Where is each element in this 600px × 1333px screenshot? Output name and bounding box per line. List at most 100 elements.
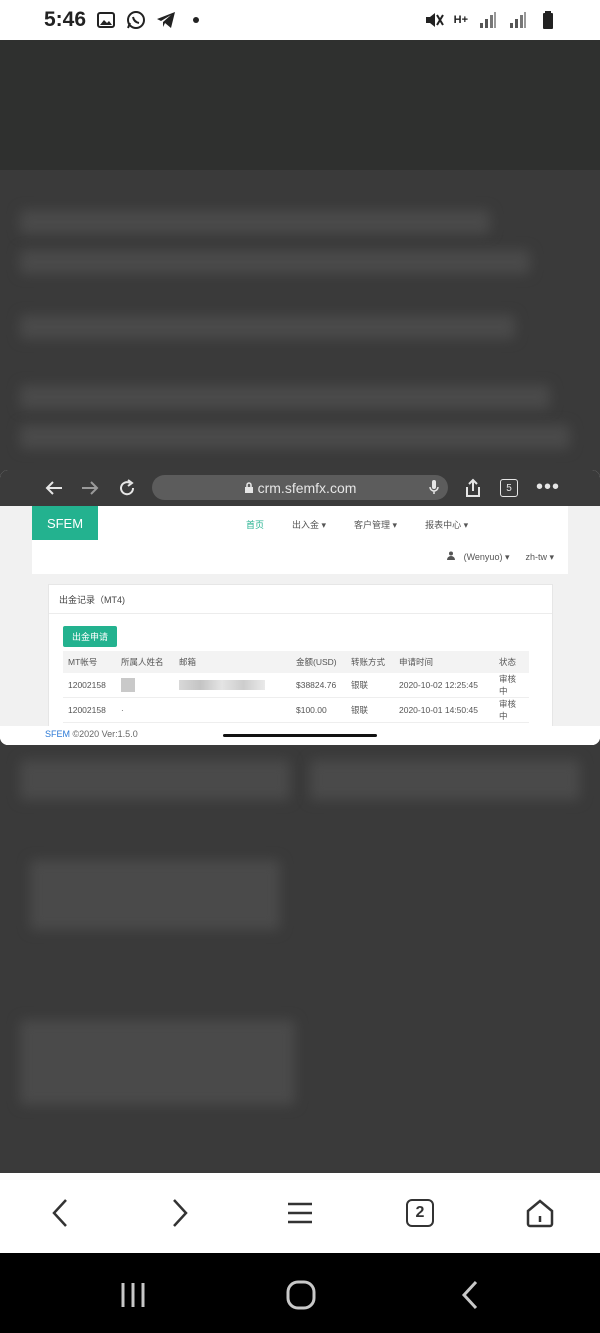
chevron-left-icon	[52, 1199, 67, 1227]
cell-method: 银联	[346, 697, 394, 723]
user-name: (Wenyuo) ▾	[463, 552, 510, 562]
browser-bottom-bar: 2	[0, 1173, 600, 1253]
cell-status: 审核中	[494, 673, 529, 698]
footer-brand-link[interactable]: SFEM	[45, 729, 70, 739]
withdrawal-records-panel: 出金记录（MT4) 出金申请 MT帐号 所属人姓名 邮箱 金额(USD) 转账方…	[48, 584, 553, 745]
user-dropdown[interactable]: (Wenyuo) ▾	[447, 551, 509, 563]
cell-amount: $38824.76	[291, 673, 346, 698]
embedded-screenshot: crm.sfemfx.com 5 ••• SFEM 首页 出入金 ▾ 客户管理 …	[0, 470, 600, 745]
browser-toolbar: crm.sfemfx.com 5 •••	[0, 470, 600, 506]
cell-time: 2020-10-01 14:50:45	[394, 697, 494, 723]
main-menu: 首页 出入金 ▾ 客户管理 ▾ 报表中心 ▾	[246, 518, 496, 531]
home-circle-icon	[286, 1280, 316, 1310]
share-button[interactable]	[461, 476, 485, 500]
microphone-icon	[429, 480, 439, 494]
back-chevron-icon	[461, 1280, 478, 1310]
cell-account: 12002158	[63, 697, 116, 723]
blurred-background-text	[20, 385, 550, 409]
url-text: crm.sfemfx.com	[257, 479, 357, 496]
user-icon	[447, 551, 456, 560]
table-header-row: MT帐号 所属人姓名 邮箱 金额(USD) 转账方式 申请时间 状态	[63, 651, 529, 673]
home-indicator	[223, 734, 377, 737]
tab-count-badge: 2	[406, 1199, 434, 1227]
column-header: 金额(USD)	[291, 651, 346, 673]
whatsapp-icon	[126, 10, 146, 30]
forward-button[interactable]	[78, 476, 102, 500]
cell-name-redacted: ·	[116, 697, 174, 723]
redacted-name: ·	[121, 706, 124, 715]
recent-apps-icon	[121, 1283, 145, 1307]
cell-account: 12002158	[63, 673, 116, 698]
cell-time: 2020-10-02 12:25:45	[394, 673, 494, 698]
recent-apps-button[interactable]	[113, 1277, 153, 1313]
blurred-background-text	[20, 250, 530, 274]
status-right: H+	[424, 10, 558, 30]
tabs-button[interactable]: 2	[400, 1193, 440, 1233]
column-header: 转账方式	[346, 651, 394, 673]
column-header: 状态	[494, 651, 529, 673]
withdrawal-records-table: MT帐号 所属人姓名 邮箱 金额(USD) 转账方式 申请时间 状态 12002…	[63, 651, 529, 723]
menu-item-customer-management[interactable]: 客户管理 ▾	[354, 518, 397, 531]
blurred-background-text	[20, 425, 570, 449]
blurred-background-header	[0, 40, 600, 170]
withdrawal-apply-button[interactable]: 出金申请	[63, 626, 117, 647]
status-time: 5:46	[44, 8, 87, 31]
menu-button[interactable]	[280, 1193, 320, 1233]
blurred-background-block	[20, 1020, 295, 1105]
reload-icon	[120, 479, 135, 496]
footer-version: ©2020 Ver:1.5.0	[70, 729, 138, 739]
column-header: 申请时间	[394, 651, 494, 673]
crm-page: SFEM 首页 出入金 ▾ 客户管理 ▾ 报表中心 ▾ (Wenyuo) ▾ z…	[0, 506, 600, 745]
gallery-icon	[96, 10, 116, 30]
reload-button[interactable]	[115, 476, 139, 500]
table-row: 12002158 $38824.76 银联 2020-10-02 12:25:4…	[63, 673, 529, 698]
home-button[interactable]	[520, 1193, 560, 1233]
forward-button[interactable]	[160, 1193, 200, 1233]
panel-divider	[49, 613, 552, 614]
status-left: 5:46	[44, 8, 206, 32]
url-bar[interactable]: crm.sfemfx.com	[152, 475, 448, 500]
table-row: 12002158 · $100.00 银联 2020-10-01 14:50:4…	[63, 697, 529, 723]
lock-icon	[244, 482, 253, 493]
telegram-icon	[156, 10, 176, 30]
user-menu: (Wenyuo) ▾ zh-tw ▾	[447, 551, 554, 563]
battery-icon	[538, 10, 558, 30]
cell-amount: $100.00	[291, 697, 346, 723]
tab-switcher-button[interactable]: 5	[500, 479, 518, 497]
cell-email-redacted	[174, 673, 291, 698]
home-nav-button[interactable]	[281, 1277, 321, 1313]
cell-email-redacted	[174, 697, 291, 723]
redacted-name	[121, 678, 135, 692]
site-logo[interactable]: SFEM	[32, 506, 98, 540]
back-nav-button[interactable]	[450, 1277, 490, 1313]
arrow-left-icon	[45, 481, 62, 495]
site-header: SFEM 首页 出入金 ▾ 客户管理 ▾ 报表中心 ▾ (Wenyuo) ▾ z…	[32, 506, 568, 574]
back-button[interactable]	[40, 1193, 80, 1233]
column-header: 邮箱	[174, 651, 291, 673]
cell-name-redacted	[116, 673, 174, 698]
mute-icon	[424, 10, 444, 30]
signal-2-icon	[508, 10, 528, 30]
menu-item-home[interactable]: 首页	[246, 518, 264, 531]
status-bar: 5:46 H+	[0, 0, 600, 40]
column-header: MT帐号	[63, 651, 116, 673]
menu-item-report-center[interactable]: 报表中心 ▾	[425, 518, 468, 531]
language-dropdown[interactable]: zh-tw ▾	[525, 552, 554, 563]
arrow-right-icon	[82, 481, 99, 495]
home-icon	[526, 1199, 554, 1228]
footer-text-wrap: SFEM ©2020 Ver:1.5.0	[45, 729, 138, 739]
blurred-background-block	[30, 860, 280, 930]
blurred-background-text	[20, 315, 515, 339]
back-button[interactable]	[42, 476, 66, 500]
cell-method: 银联	[346, 673, 394, 698]
menu-item-deposit-withdraw[interactable]: 出入金 ▾	[292, 518, 326, 531]
network-type: H+	[453, 14, 468, 26]
signal-icon	[478, 10, 498, 30]
notification-dot-icon	[186, 10, 206, 30]
redacted-email	[179, 680, 265, 691]
panel-title: 出金记录（MT4)	[59, 595, 125, 605]
column-header: 所属人姓名	[116, 651, 174, 673]
more-menu-button[interactable]: •••	[536, 477, 560, 497]
blurred-background-block	[310, 760, 580, 800]
chevron-right-icon	[173, 1199, 188, 1227]
